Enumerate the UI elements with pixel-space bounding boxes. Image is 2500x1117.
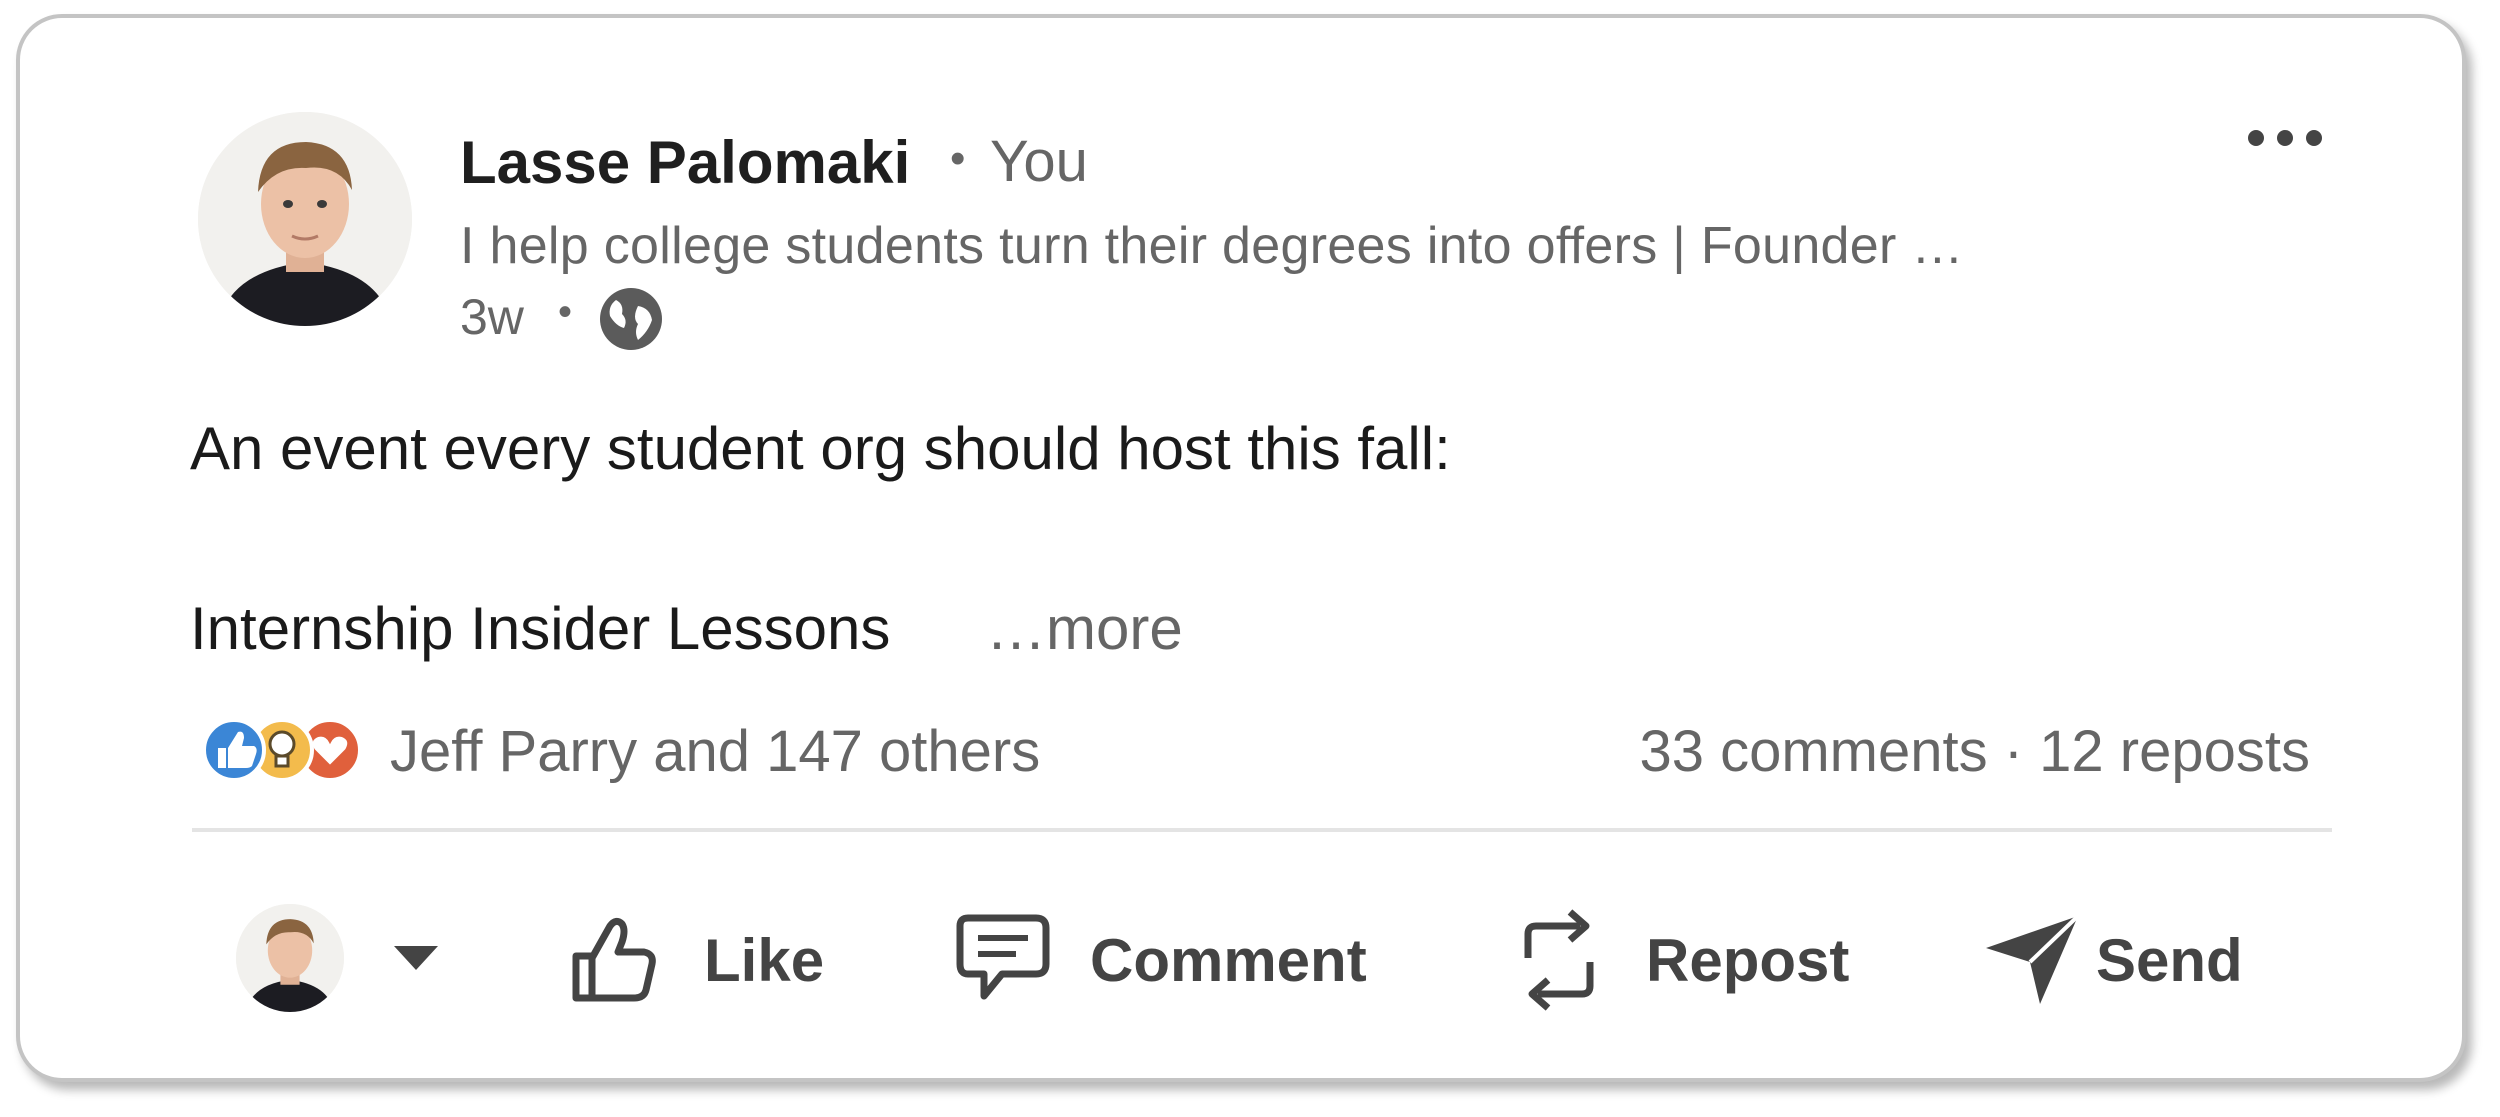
comment-button[interactable]: Comment — [950, 898, 1410, 1018]
time-separator: • — [558, 290, 573, 334]
send-button[interactable]: Send — [1982, 898, 2282, 1018]
name-separator: • — [950, 134, 966, 183]
ellipsis-icon — [2248, 130, 2322, 146]
post-text-line: An event every student org should host t… — [190, 415, 1451, 482]
caret-down-icon — [394, 946, 438, 970]
see-more-link[interactable]: …more — [986, 594, 1183, 663]
repost-label: Repost — [1646, 927, 1850, 994]
thumbs-up-icon — [572, 917, 656, 1002]
comments-reposts-count[interactable]: 33 comments · 12 reposts — [1639, 718, 2310, 785]
divider — [192, 828, 2332, 832]
post-card: Lasse Palomaki • You I help college stud… — [16, 14, 2466, 1082]
actor-avatar — [236, 904, 344, 1012]
reaction-actor-switcher[interactable] — [236, 898, 456, 1018]
post-time: 3w — [460, 289, 524, 345]
like-reaction-icon — [202, 718, 266, 782]
author-name[interactable]: Lasse Palomaki — [460, 128, 910, 197]
send-paper-plane-icon — [1986, 914, 2080, 1004]
send-label: Send — [2096, 927, 2243, 994]
author-avatar[interactable] — [198, 112, 412, 326]
repost-button[interactable]: Repost — [1514, 898, 1894, 1018]
person-portrait-icon — [236, 904, 344, 1012]
globe-icon — [598, 286, 664, 352]
reactions-summary[interactable]: Jeff Parry and 147 others — [390, 718, 1040, 785]
more-options-button[interactable] — [2242, 118, 2328, 158]
like-label: Like — [704, 927, 825, 994]
person-portrait-icon — [198, 112, 412, 326]
author-headline: I help college students turn their degre… — [460, 217, 1964, 275]
repost-icon — [1524, 909, 1594, 1011]
reaction-icons[interactable] — [194, 710, 374, 790]
comment-bubble-icon — [956, 914, 1050, 1000]
like-button[interactable]: Like — [566, 898, 846, 1018]
comment-label: Comment — [1090, 927, 1367, 994]
post-text-line: Internship Insider Lessons — [190, 595, 891, 662]
relation-label: You — [990, 129, 1088, 194]
